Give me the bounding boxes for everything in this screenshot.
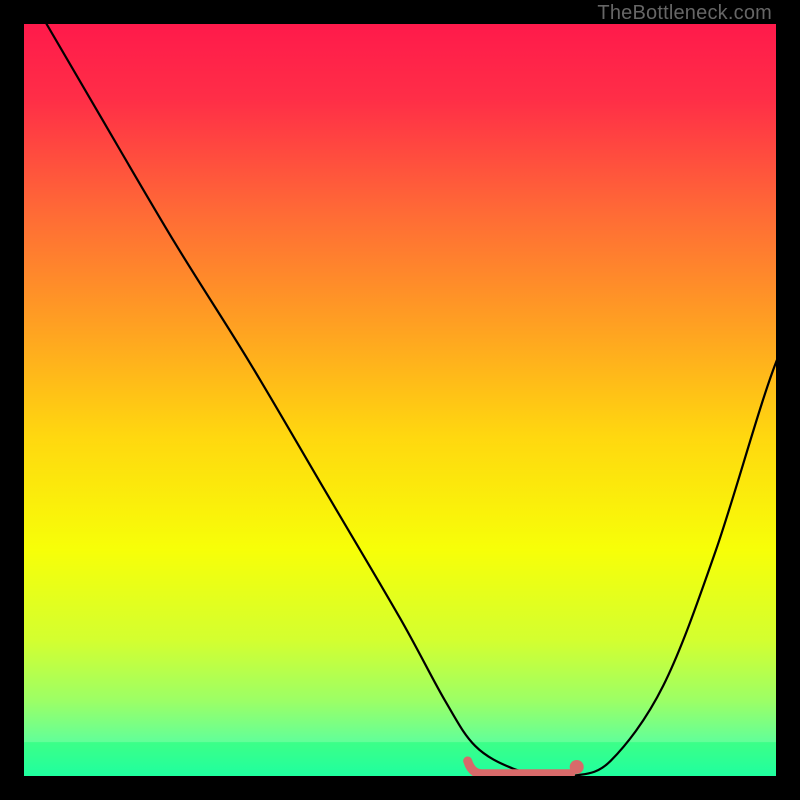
- chart-frame: [24, 24, 776, 776]
- optimal-point-dot: [570, 760, 584, 774]
- watermark-text: TheBottleneck.com: [597, 2, 772, 25]
- bottleneck-chart: [24, 24, 776, 776]
- optimal-band: [24, 742, 776, 776]
- gradient-background: [24, 24, 776, 776]
